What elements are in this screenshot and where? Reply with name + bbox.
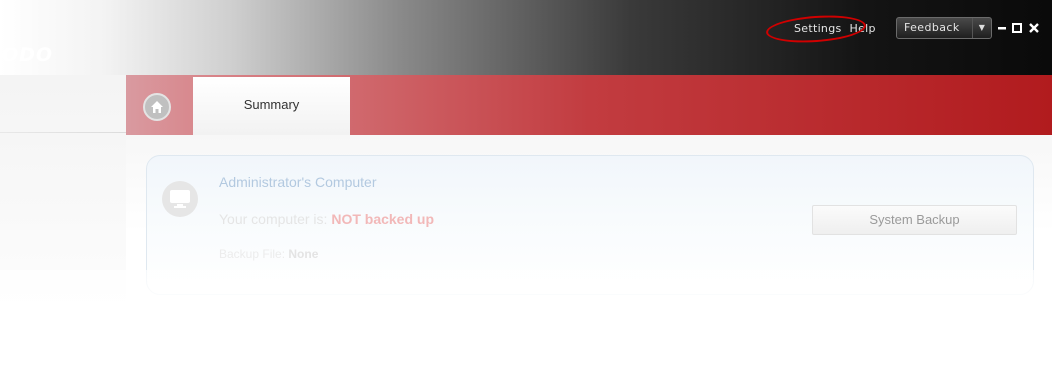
chevron-down-icon: ▼	[972, 18, 991, 38]
home-icon	[151, 101, 163, 113]
title-bar	[0, 0, 1052, 75]
status-prefix: Your computer is:	[219, 211, 328, 227]
system-backup-button[interactable]: System Backup	[812, 205, 1017, 235]
sidebar-divider	[0, 132, 126, 133]
feedback-label: Feedback	[904, 21, 960, 34]
backup-file-info: Backup File: None	[219, 247, 318, 261]
backup-status: Your computer is: NOT backed up	[219, 211, 434, 227]
backup-file-label: Backup File:	[219, 247, 286, 261]
backup-file-value: None	[288, 247, 319, 261]
home-button[interactable]	[143, 93, 171, 121]
maximize-icon[interactable]	[1012, 22, 1022, 36]
tab-bar: Summary	[126, 75, 1052, 135]
bottom-fade	[0, 270, 1052, 377]
computer-icon	[162, 181, 198, 217]
computer-name: Administrator's Computer	[219, 174, 377, 190]
feedback-dropdown[interactable]: Feedback ▼	[896, 17, 992, 39]
close-icon[interactable]	[1029, 22, 1039, 36]
brand-logo: ODO	[2, 44, 54, 66]
tab-summary[interactable]: Summary	[193, 77, 350, 135]
minimize-icon[interactable]	[997, 22, 1007, 36]
status-value: NOT backed up	[331, 211, 435, 227]
